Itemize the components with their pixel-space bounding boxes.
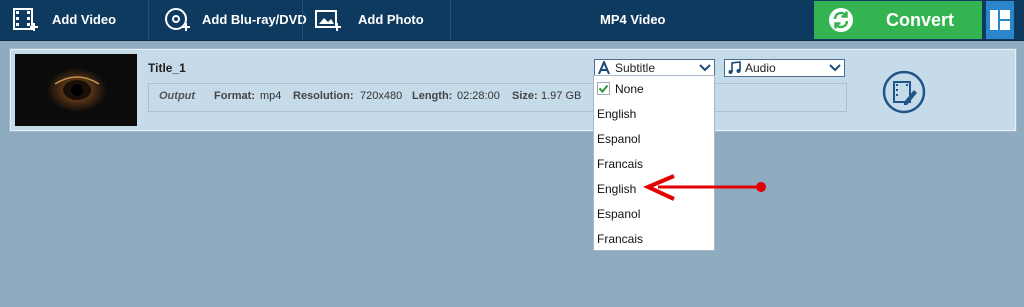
- resolution-value: 720x480: [360, 90, 403, 102]
- subtitle-option-label: Espanol: [597, 207, 641, 221]
- edit-video-button[interactable]: [882, 70, 926, 114]
- chevron-down-icon: [829, 64, 841, 72]
- subtitle-icon: [598, 61, 610, 75]
- format-value: mp4: [260, 90, 282, 102]
- video-title: Title_1: [148, 61, 186, 75]
- photo-add-icon: [315, 10, 341, 31]
- subtitle-select-value: Subtitle: [615, 61, 656, 75]
- size-label: Size:: [512, 90, 538, 102]
- checkbox-checked-icon: [597, 82, 610, 95]
- chevron-down-icon: [699, 64, 711, 72]
- subtitle-option[interactable]: Espanol: [594, 126, 714, 151]
- convert-button[interactable]: Convert: [814, 1, 982, 39]
- add-video-label: Add Video: [52, 12, 117, 27]
- output-label: Output: [159, 90, 196, 102]
- output-info: Output Format: mp4 Resolution: 720x480 L…: [148, 83, 847, 112]
- eye-thumbnail-image: [15, 54, 137, 126]
- add-photo-label: Add Photo: [358, 12, 424, 27]
- audio-select-value: Audio: [745, 61, 776, 75]
- film-add-icon: [13, 8, 38, 31]
- annotation-arrow-icon: [643, 174, 766, 201]
- size-value: 1.97 GB: [541, 90, 582, 102]
- toolbar-divider: [450, 0, 451, 40]
- video-thumbnail[interactable]: [15, 54, 137, 126]
- output-format-label[interactable]: MP4 Video: [600, 12, 666, 27]
- subtitle-option-label: Francais: [597, 157, 644, 171]
- resolution-label: Resolution:: [293, 90, 354, 102]
- toolbar: Add Video Add Blu-ray/DVD Add Photo MP4 …: [0, 0, 1024, 41]
- subtitle-option[interactable]: Francais: [594, 226, 714, 251]
- audio-select[interactable]: Audio: [724, 59, 845, 77]
- subtitle-option-label: English: [597, 182, 637, 196]
- add-video-button[interactable]: Add Video: [0, 0, 148, 40]
- layout-icon: [990, 10, 1010, 30]
- format-label: Format:: [214, 90, 255, 102]
- refresh-icon: [829, 8, 853, 32]
- convert-label: Convert: [886, 10, 955, 30]
- subtitle-option[interactable]: English: [594, 101, 714, 126]
- video-item-row[interactable]: Title_1 Output Format: mp4 Resolution: 7…: [10, 49, 1016, 131]
- edit-film-icon: [882, 70, 926, 114]
- music-note-icon: [728, 61, 741, 74]
- length-value: 02:28:00: [457, 90, 500, 102]
- disc-add-icon: [165, 8, 190, 31]
- length-label: Length:: [412, 90, 453, 102]
- subtitle-dropdown-menu: None English Espanol Francais English Es…: [593, 75, 715, 251]
- add-bluray-label: Add Blu-ray/DVD: [202, 12, 307, 27]
- add-bluray-button[interactable]: Add Blu-ray/DVD: [152, 0, 307, 40]
- layout-toggle-button[interactable]: [986, 1, 1014, 39]
- subtitle-option-label: None: [615, 82, 644, 96]
- toolbar-divider: [148, 0, 149, 40]
- add-photo-button[interactable]: Add Photo: [305, 0, 450, 40]
- subtitle-option-label: English: [597, 107, 637, 121]
- subtitle-option[interactable]: None: [594, 76, 714, 101]
- subtitle-option-label: Espanol: [597, 132, 641, 146]
- subtitle-option-label: Francais: [597, 232, 644, 246]
- toolbar-divider: [302, 0, 303, 40]
